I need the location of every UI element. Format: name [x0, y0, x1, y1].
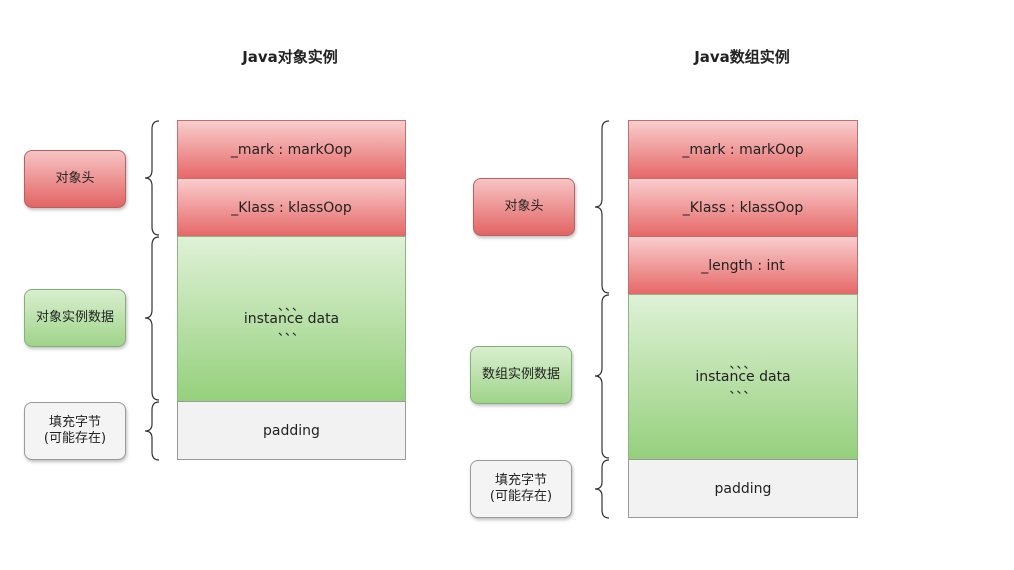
- curly-braces: [144, 120, 610, 519]
- object-header-brace: [144, 120, 160, 236]
- array-instance-brace: [594, 294, 610, 459]
- array-header-brace: [594, 120, 610, 294]
- object-instance-brace: [144, 236, 160, 401]
- object-padding-brace: [144, 401, 160, 461]
- array-padding-brace: [594, 459, 610, 519]
